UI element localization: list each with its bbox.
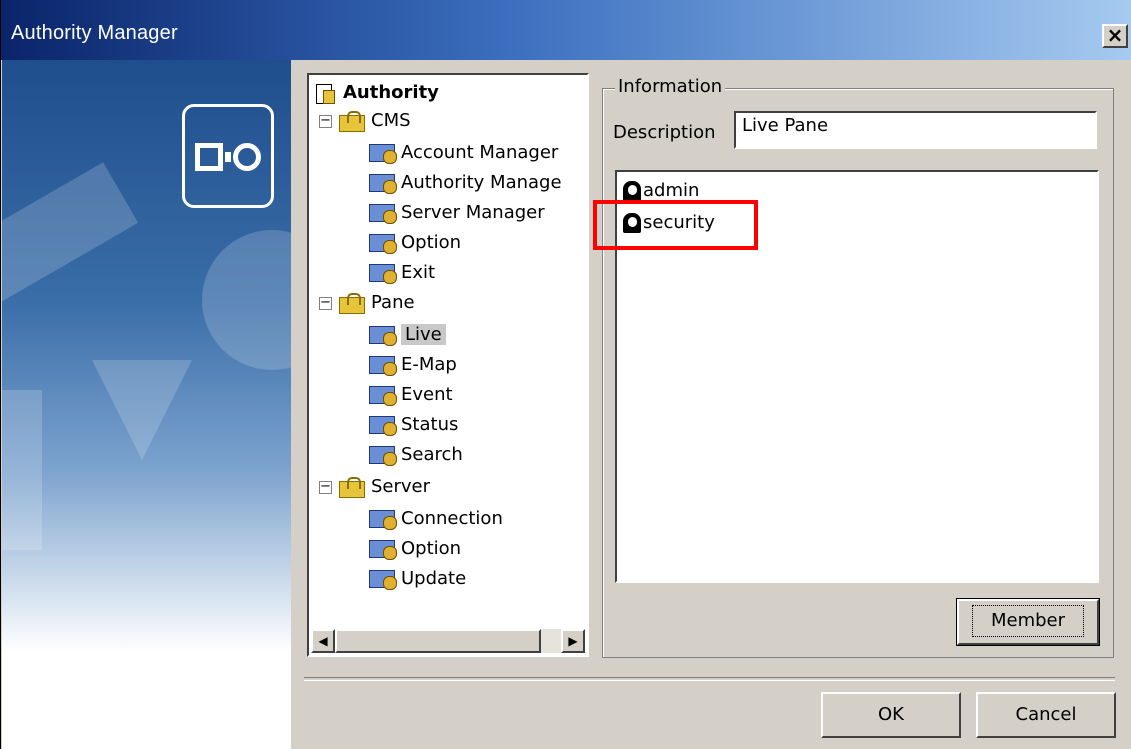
tree-item-update[interactable]: Update [369, 565, 466, 593]
tree-item-event[interactable]: Event [369, 381, 453, 409]
module-icon [369, 386, 397, 406]
tree-item-live[interactable]: Live [369, 321, 446, 349]
module-icon [369, 510, 397, 530]
module-icon [369, 264, 397, 284]
document-lock-icon [315, 82, 337, 104]
folder-lock-icon [339, 477, 365, 498]
logo-circle [233, 143, 261, 171]
module-icon [369, 356, 397, 376]
tree-item-search[interactable]: Search [369, 441, 463, 469]
logo-dot [225, 152, 231, 162]
tree-item-emap[interactable]: E-Map [369, 351, 457, 379]
folder-lock-icon [339, 293, 365, 314]
close-button[interactable]: × [1102, 24, 1128, 48]
tree-horizontal-scrollbar[interactable]: ◀ ▶ [311, 629, 585, 653]
tree-item-server-manager[interactable]: Server Manager [369, 199, 545, 227]
module-icon [369, 144, 397, 164]
side-banner [2, 60, 291, 749]
ok-button[interactable]: OK [821, 692, 961, 738]
tree-group-cms[interactable]: CMS [339, 107, 411, 135]
tree-item-connection[interactable]: Connection [369, 505, 503, 533]
cancel-button[interactable]: Cancel [976, 692, 1116, 738]
tree-item-exit[interactable]: Exit [369, 259, 435, 287]
collapse-icon[interactable]: − [319, 296, 332, 310]
tree-item-cms-option[interactable]: Option [369, 229, 461, 257]
module-icon [369, 570, 397, 590]
module-icon [369, 416, 397, 436]
banner-shape [2, 162, 139, 308]
scroll-left-icon[interactable]: ◀ [311, 629, 335, 653]
member-button[interactable]: Member [956, 598, 1100, 646]
title-bar[interactable]: Authority Manager × [1, 0, 1131, 60]
module-icon [369, 446, 397, 466]
authority-tree[interactable]: Authority − CMS Account Manager Authorit… [307, 73, 589, 657]
tree-item-server-option[interactable]: Option [369, 535, 461, 563]
tree-group-server[interactable]: Server [339, 473, 430, 501]
description-label: Description [613, 122, 716, 143]
tree-group-pane[interactable]: Pane [339, 289, 415, 317]
tree-item-status[interactable]: Status [369, 411, 458, 439]
module-icon [369, 326, 397, 346]
information-legend: Information [615, 76, 726, 97]
module-icon [369, 234, 397, 254]
module-icon [369, 204, 397, 224]
tree-item-account-manager[interactable]: Account Manager [369, 139, 558, 167]
logo-square [195, 143, 223, 171]
tree-root[interactable]: Authority [315, 79, 439, 107]
collapse-icon[interactable]: − [319, 480, 332, 494]
description-field[interactable]: Live Pane [734, 111, 1097, 149]
collapse-icon[interactable]: − [319, 114, 332, 128]
tree-item-authority-manager[interactable]: Authority Manage [369, 169, 562, 197]
highlight-box [593, 200, 758, 250]
module-icon [369, 540, 397, 560]
folder-lock-icon [339, 111, 365, 132]
authority-manager-window: Authority Manager × Authority − CMS Acco… [0, 0, 1131, 749]
banner-shape [202, 230, 291, 370]
separator [304, 677, 1115, 681]
banner-shape [92, 360, 192, 460]
close-icon: × [1106, 23, 1124, 47]
scroll-thumb[interactable] [335, 629, 541, 653]
scroll-right-icon[interactable]: ▶ [561, 629, 585, 653]
tree-root-label: Authority [343, 82, 439, 103]
module-icon [369, 174, 397, 194]
app-logo [182, 104, 274, 208]
window-title: Authority Manager [11, 22, 178, 44]
banner-shape [2, 390, 42, 550]
